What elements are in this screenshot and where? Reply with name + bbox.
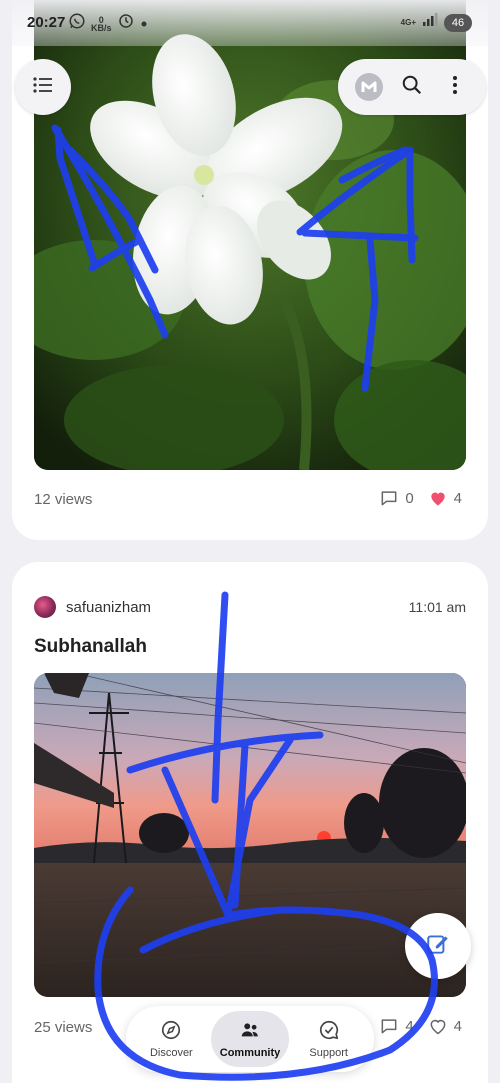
chat-check-icon	[318, 1019, 340, 1044]
post-author-row: safuanizham 11:01 am	[34, 595, 466, 619]
list-menu-icon	[32, 75, 54, 100]
top-actions-pill	[338, 59, 486, 115]
comment-count: 4	[405, 1017, 414, 1035]
comment-icon[interactable]	[379, 488, 399, 508]
status-system-icons: 4G+ 46	[401, 13, 472, 32]
data-speed: 0 KB/s	[91, 14, 112, 33]
nav-discover-label: Discover	[149, 1047, 193, 1059]
edit-pencil-icon	[425, 931, 451, 962]
nav-community[interactable]: Community	[210, 1011, 290, 1067]
views-count: 25 views	[34, 1019, 93, 1036]
menu-button[interactable]	[15, 59, 71, 115]
more-vertical-icon	[452, 75, 458, 100]
post-timestamp: 11:01 am	[408, 599, 466, 615]
status-bar: 20:27 0 KB/s 4G+ 46	[0, 0, 500, 46]
nav-support-label: Support	[309, 1047, 348, 1059]
status-time: 20:27	[27, 14, 66, 31]
notification-dot-icon	[140, 15, 148, 33]
signal-icon	[422, 13, 438, 32]
like-count: 4	[453, 1017, 462, 1035]
author-username[interactable]: safuanizham	[66, 599, 151, 616]
nav-support[interactable]: Support	[289, 1011, 368, 1067]
avatar[interactable]	[34, 596, 56, 618]
whatsapp-icon	[68, 12, 86, 35]
views-count: 12 views	[34, 491, 93, 508]
comment-count: 0	[405, 489, 414, 507]
heart-outline-icon[interactable]	[428, 1016, 448, 1036]
search-icon	[401, 74, 423, 101]
like-count: 4	[453, 489, 462, 507]
status-notification-icons: 0 KB/s	[68, 12, 148, 35]
post-card[interactable]: safuanizham 11:01 am Subhanallah 25 view…	[12, 562, 488, 1083]
compass-icon	[160, 1019, 182, 1044]
post-image-sunset-field[interactable]	[34, 673, 466, 997]
more-options-button[interactable]	[437, 69, 473, 105]
post-meta-row: 12 views 0 4	[34, 488, 466, 512]
comment-icon[interactable]	[379, 1016, 399, 1036]
compose-post-button[interactable]	[405, 913, 471, 979]
app-logo-button[interactable]	[351, 69, 387, 105]
network-type: 4G+	[400, 17, 416, 27]
nav-discover[interactable]: Discover	[132, 1011, 211, 1067]
post-stats: 4 4	[379, 1016, 462, 1036]
nav-community-label: Community	[219, 1047, 281, 1059]
battery-indicator: 46	[444, 13, 472, 32]
community-feed-screen: 12 views 0 4 safuanizham 11:01 am Subhan…	[0, 0, 500, 1083]
post-stats: 0 4	[379, 488, 462, 508]
app-logo-icon	[355, 73, 384, 101]
heart-filled-icon[interactable]	[428, 488, 448, 508]
people-icon	[239, 1019, 261, 1044]
bottom-navigation: Discover Community Support	[126, 1006, 374, 1072]
post-title: Subhanallah	[34, 636, 147, 657]
sync-icon	[117, 12, 135, 35]
search-button[interactable]	[394, 69, 430, 105]
